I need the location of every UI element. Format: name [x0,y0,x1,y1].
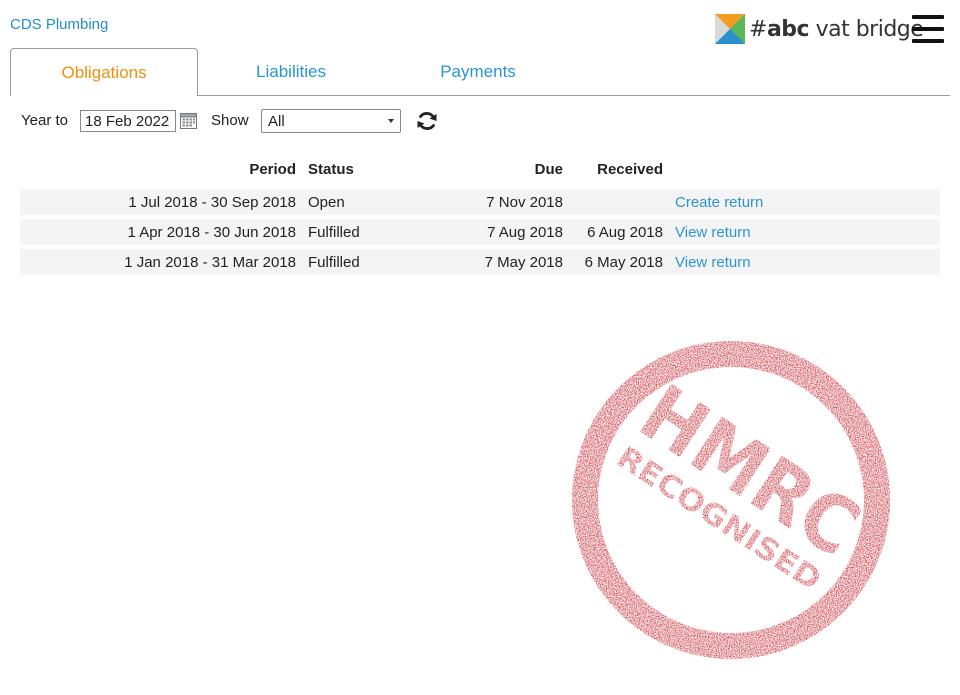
tab-obligations[interactable]: Obligations [10,48,198,96]
cell-period: 1 Jan 2018 - 31 Mar 2018 [124,254,296,271]
column-header-due: Due [534,161,563,178]
calendar-icon[interactable] [180,112,197,129]
show-label: Show [211,112,249,129]
chevron-down-icon [388,119,394,123]
column-header-received: Received [597,161,663,178]
cell-status: Fulfilled [308,224,360,241]
brand-name: #abc vat bridge [749,16,924,42]
brand-logo: #abc vat bridge [715,12,924,46]
tab-payments[interactable]: Payments [384,48,572,96]
cell-due: 7 May 2018 [484,254,563,271]
cell-period: 1 Apr 2018 - 30 Jun 2018 [127,224,296,241]
tab-liabilities[interactable]: Liabilities [198,48,384,96]
year-to-date-input[interactable] [80,110,176,132]
cell-due: 7 Nov 2018 [486,194,563,211]
brand-rest: vat bridge [809,16,924,42]
refresh-icon[interactable] [415,109,439,133]
show-select-value: All [268,113,285,130]
column-header-period: Period [249,161,296,178]
create-return-link[interactable]: Create return [675,194,763,211]
cell-status: Open [308,194,345,211]
company-name-link[interactable]: CDS Plumbing [10,16,108,33]
year-to-label: Year to [21,112,68,129]
table-row: 1 Jul 2018 - 30 Sep 2018 Open 7 Nov 2018… [20,189,940,215]
view-return-link[interactable]: View return [675,254,751,271]
cell-period: 1 Jul 2018 - 30 Sep 2018 [128,194,296,211]
column-header-status: Status [308,161,354,178]
table-row: 1 Apr 2018 - 30 Jun 2018 Fulfilled 7 Aug… [20,219,940,245]
hamburger-menu-icon[interactable] [912,15,944,43]
hmrc-recognised-stamp: HMRC RECOGNISED [572,341,890,659]
show-select[interactable]: All [261,109,401,133]
tab-bar: Obligations Liabilities Payments [10,48,950,96]
cell-received: 6 Aug 2018 [587,224,663,241]
cell-status: Fulfilled [308,254,360,271]
cell-received: 6 May 2018 [584,254,663,271]
cell-due: 7 Aug 2018 [487,224,563,241]
brand-abc: abc [766,16,810,42]
brand-logo-icon [715,14,745,44]
brand-hash: # [749,16,767,42]
view-return-link[interactable]: View return [675,224,751,241]
table-row: 1 Jan 2018 - 31 Mar 2018 Fulfilled 7 May… [20,249,940,275]
